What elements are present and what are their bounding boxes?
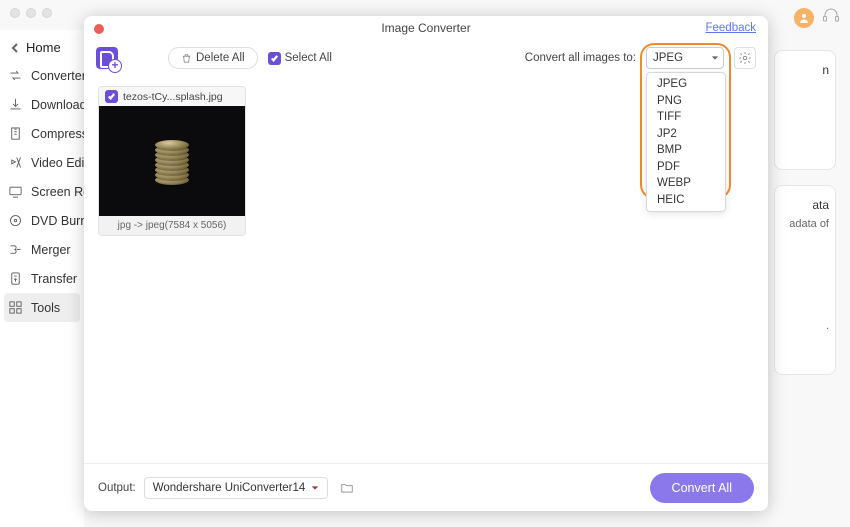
modal-footer: Output: Wondershare UniConverter14 Conve… [84, 463, 768, 511]
format-option[interactable]: TIFF [647, 109, 725, 126]
format-option[interactable]: HEIC [647, 192, 725, 209]
sidebar-item-converter[interactable]: Converter [0, 61, 84, 90]
sidebar-item-label: Downloader [31, 98, 84, 112]
image-thumbnail[interactable]: tezos-tCy...splash.jpg jpg -> jpeg(7584 … [98, 86, 246, 236]
sidebar-item-video-editor[interactable]: Video Editor [0, 148, 84, 177]
sidebar-item-label: Merger [31, 243, 71, 257]
peek-heading: ata [775, 198, 835, 212]
format-dropdown: JPEG PNG TIFF JP2 BMP PDF WEBP HEIC [646, 72, 726, 212]
gear-icon [738, 51, 752, 65]
output-label: Output: [98, 482, 136, 494]
add-file-icon[interactable] [96, 47, 118, 69]
format-option[interactable]: PDF [647, 159, 725, 176]
traffic-light [42, 8, 52, 18]
sidebar-item-dvd-burner[interactable]: DVD Burner [0, 206, 84, 235]
traffic-light [10, 8, 20, 18]
modal-toolbar: Delete All Select All Convert all images… [84, 40, 768, 76]
right-panel-peek-bottom: ata adata of . [774, 185, 836, 375]
settings-button[interactable] [734, 47, 756, 69]
sidebar-item-label: Transfer [31, 272, 77, 286]
feedback-link[interactable]: Feedback [705, 22, 756, 34]
open-folder-button[interactable] [336, 477, 358, 499]
traffic-light [26, 8, 36, 18]
sidebar-item-transfer[interactable]: Transfer [0, 264, 84, 293]
output-path-value: Wondershare UniConverter14 [153, 482, 306, 494]
trash-icon [181, 53, 192, 64]
home-back[interactable]: Home [0, 34, 84, 61]
coin-stack-image [155, 137, 189, 185]
format-option[interactable]: JP2 [647, 126, 725, 143]
format-option[interactable]: PNG [647, 93, 725, 110]
window-traffic-lights [10, 8, 52, 18]
sidebar-item-tools[interactable]: Tools [4, 293, 80, 322]
thumbnail-info: jpg -> jpeg(7584 x 5056) [99, 216, 245, 235]
delete-all-button[interactable]: Delete All [168, 47, 258, 69]
format-selected-value: JPEG [653, 52, 683, 64]
modal-title: Image Converter [381, 21, 470, 35]
sidebar-item-compressor[interactable]: Compressor [0, 119, 84, 148]
select-all-checkbox[interactable]: Select All [268, 52, 332, 65]
format-option[interactable]: JPEG [647, 76, 725, 93]
format-option[interactable]: WEBP [647, 175, 725, 192]
chevron-down-icon [311, 484, 319, 492]
select-all-label: Select All [285, 52, 332, 64]
user-avatar[interactable] [794, 8, 814, 28]
sidebar-item-label: DVD Burner [31, 214, 84, 228]
format-select[interactable]: JPEG JPEG PNG TIFF JP2 BMP PDF WEBP HEIC [646, 47, 724, 69]
sidebar-item-label: Video Editor [31, 156, 84, 170]
format-option[interactable]: BMP [647, 142, 725, 159]
checkbox-checked-icon [268, 52, 281, 65]
sidebar-item-screen-recorder[interactable]: Screen Recorder [0, 177, 84, 206]
thumbnail-filename: tezos-tCy...splash.jpg [123, 91, 223, 103]
support-icon[interactable] [822, 6, 840, 29]
sidebar-item-label: Compressor [31, 127, 84, 141]
sidebar-item-downloader[interactable]: Downloader [0, 90, 84, 119]
peek-foot: . [775, 320, 835, 332]
close-icon[interactable] [94, 24, 104, 34]
convert-all-button[interactable]: Convert All [650, 473, 754, 503]
sidebar-item-label: Screen Recorder [31, 185, 84, 199]
right-panel-peek-top: n [774, 50, 836, 170]
sidebar-item-merger[interactable]: Merger [0, 235, 84, 264]
chevron-down-icon [711, 54, 719, 62]
home-label: Home [26, 40, 61, 55]
sidebar-item-label: Tools [31, 301, 60, 315]
thumbnail-preview [99, 106, 245, 216]
app-sidebar: Home Converter Downloader Compressor Vid… [0, 30, 84, 527]
sidebar-item-label: Converter [31, 69, 84, 83]
image-converter-modal: Image Converter Feedback Delete All Sele… [84, 16, 768, 511]
delete-all-label: Delete All [196, 52, 245, 64]
folder-icon [339, 481, 355, 495]
peek-sub: adata of [775, 218, 835, 230]
output-path-select[interactable]: Wondershare UniConverter14 [144, 477, 329, 499]
checkbox-checked-icon[interactable] [105, 90, 118, 103]
convert-to-label: Convert all images to: [525, 52, 636, 64]
